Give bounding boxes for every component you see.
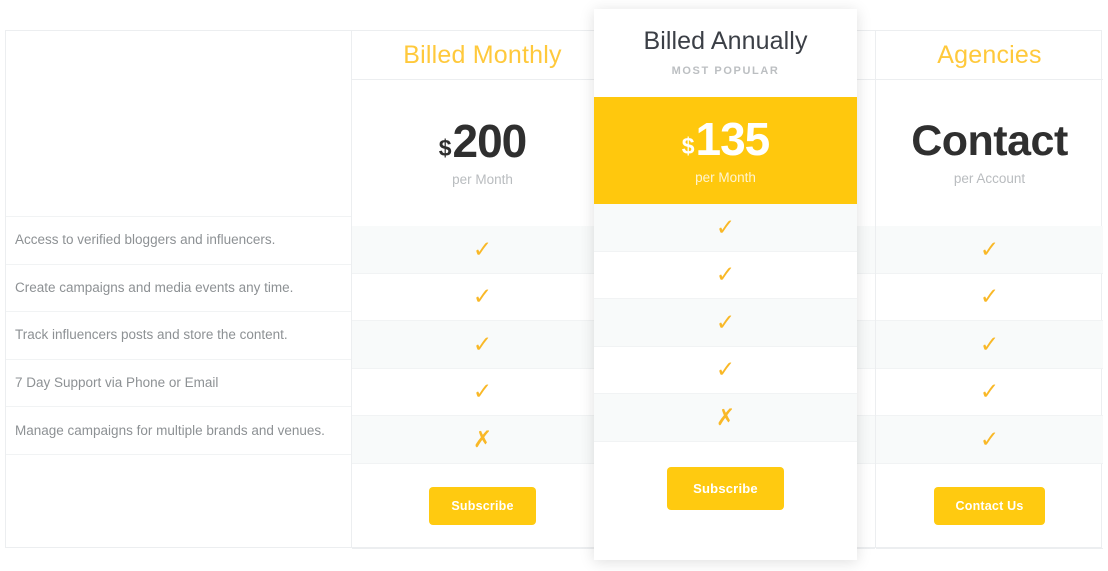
plan-marks-monthly: ✓ ✓ ✓ ✓ ✗ bbox=[352, 226, 613, 464]
plan-cta-row-agencies: Contact Us bbox=[876, 464, 1103, 549]
check-icon: ✓ bbox=[715, 308, 736, 335]
check-icon: ✓ bbox=[472, 283, 493, 310]
feature-label: Manage campaigns for multiple brands and… bbox=[15, 422, 325, 438]
subscribe-button-monthly[interactable]: Subscribe bbox=[429, 486, 536, 525]
price-period: per Account bbox=[953, 170, 1026, 186]
price-period: per Month bbox=[695, 170, 756, 185]
plan-header-agencies: Agencies bbox=[876, 31, 1103, 80]
feature-row: Manage campaigns for multiple brands and… bbox=[6, 407, 351, 455]
feature-row: Create campaigns and media events any ti… bbox=[6, 265, 351, 312]
mark-row: ✓ bbox=[876, 416, 1103, 464]
features-column: Access to verified bloggers and influenc… bbox=[6, 31, 351, 547]
price-period: per Month bbox=[452, 172, 513, 187]
mark-row: ✓ bbox=[876, 369, 1103, 416]
plan-column-agencies: Agencies Contact per Account ✓ ✓ ✓ ✓ ✓ C… bbox=[875, 31, 1103, 549]
price-line: $ 135 bbox=[681, 113, 771, 165]
plan-header-monthly: Billed Monthly bbox=[352, 31, 613, 80]
plan-marks-agencies: ✓ ✓ ✓ ✓ ✓ bbox=[876, 226, 1103, 464]
cross-icon: ✗ bbox=[472, 425, 493, 452]
check-icon: ✓ bbox=[979, 425, 1000, 452]
price-amount: 135 bbox=[695, 113, 771, 165]
mark-row: ✓ bbox=[594, 347, 857, 394]
cross-icon: ✗ bbox=[715, 403, 736, 430]
mark-row: ✗ bbox=[594, 394, 857, 442]
plan-cta-row-monthly: Subscribe bbox=[352, 464, 613, 549]
mark-row: ✗ bbox=[352, 416, 613, 464]
feature-label: Create campaigns and media events any ti… bbox=[15, 279, 294, 295]
feature-row: Access to verified bloggers and influenc… bbox=[6, 217, 351, 265]
mark-row: ✓ bbox=[594, 252, 857, 299]
check-icon: ✓ bbox=[715, 213, 736, 240]
feature-label: Track influencers posts and store the co… bbox=[15, 327, 288, 343]
check-icon: ✓ bbox=[472, 378, 493, 405]
mark-row: ✓ bbox=[352, 226, 613, 274]
price-amount: 200 bbox=[452, 115, 528, 167]
mark-row: ✓ bbox=[876, 226, 1103, 274]
featured-plan-price: $ 135 per Month bbox=[594, 97, 857, 204]
feature-row: Track influencers posts and store the co… bbox=[6, 312, 351, 360]
check-icon: ✓ bbox=[472, 330, 493, 357]
check-icon: ✓ bbox=[979, 378, 1000, 405]
plan-title: Billed Annually bbox=[643, 27, 808, 55]
mark-row: ✓ bbox=[594, 204, 857, 252]
check-icon: ✓ bbox=[715, 261, 736, 288]
most-popular-badge: MOST POPULAR bbox=[671, 65, 780, 77]
mark-row: ✓ bbox=[594, 299, 857, 347]
subscribe-button-annually[interactable]: Subscribe bbox=[667, 466, 784, 510]
price-line: Contact bbox=[911, 116, 1068, 165]
feature-label: Access to verified bloggers and influenc… bbox=[15, 232, 276, 248]
price-currency: $ bbox=[681, 133, 695, 159]
check-icon: ✓ bbox=[979, 330, 1000, 357]
price-amount: Contact bbox=[911, 116, 1068, 165]
mark-row: ✓ bbox=[876, 274, 1103, 321]
mark-row: ✓ bbox=[352, 369, 613, 416]
featured-plan-cta-row: Subscribe bbox=[594, 442, 857, 535]
price-currency: $ bbox=[438, 135, 452, 161]
mark-row: ✓ bbox=[352, 321, 613, 369]
check-icon: ✓ bbox=[715, 356, 736, 383]
featured-plan-marks: ✓ ✓ ✓ ✓ ✗ bbox=[594, 204, 857, 442]
check-icon: ✓ bbox=[979, 283, 1000, 310]
plan-column-monthly: Billed Monthly $ 200 per Month ✓ ✓ ✓ ✓ ✗ bbox=[351, 31, 613, 549]
featured-plan-header: Billed Annually MOST POPULAR bbox=[594, 9, 857, 97]
feature-list: Access to verified bloggers and influenc… bbox=[6, 217, 351, 455]
features-column-header-spacer bbox=[6, 31, 351, 217]
pricing-table: Access to verified bloggers and influenc… bbox=[5, 30, 1103, 549]
feature-label: 7 Day Support via Phone or Email bbox=[15, 374, 219, 390]
plan-title: Agencies bbox=[937, 40, 1042, 69]
price-line: $ 200 bbox=[438, 115, 528, 167]
check-icon: ✓ bbox=[979, 235, 1000, 262]
contact-us-button[interactable]: Contact Us bbox=[933, 486, 1046, 525]
featured-plan-card-annually: Billed Annually MOST POPULAR $ 135 per M… bbox=[594, 9, 857, 560]
plan-price-agencies: Contact per Account bbox=[876, 79, 1103, 227]
features-column-footer-spacer bbox=[6, 455, 351, 548]
plan-title: Billed Monthly bbox=[403, 40, 562, 69]
mark-row: ✓ bbox=[352, 274, 613, 321]
mark-row: ✓ bbox=[876, 321, 1103, 369]
check-icon: ✓ bbox=[472, 235, 493, 262]
feature-row: 7 Day Support via Phone or Email bbox=[6, 360, 351, 407]
plan-price-monthly: $ 200 per Month bbox=[352, 79, 613, 227]
